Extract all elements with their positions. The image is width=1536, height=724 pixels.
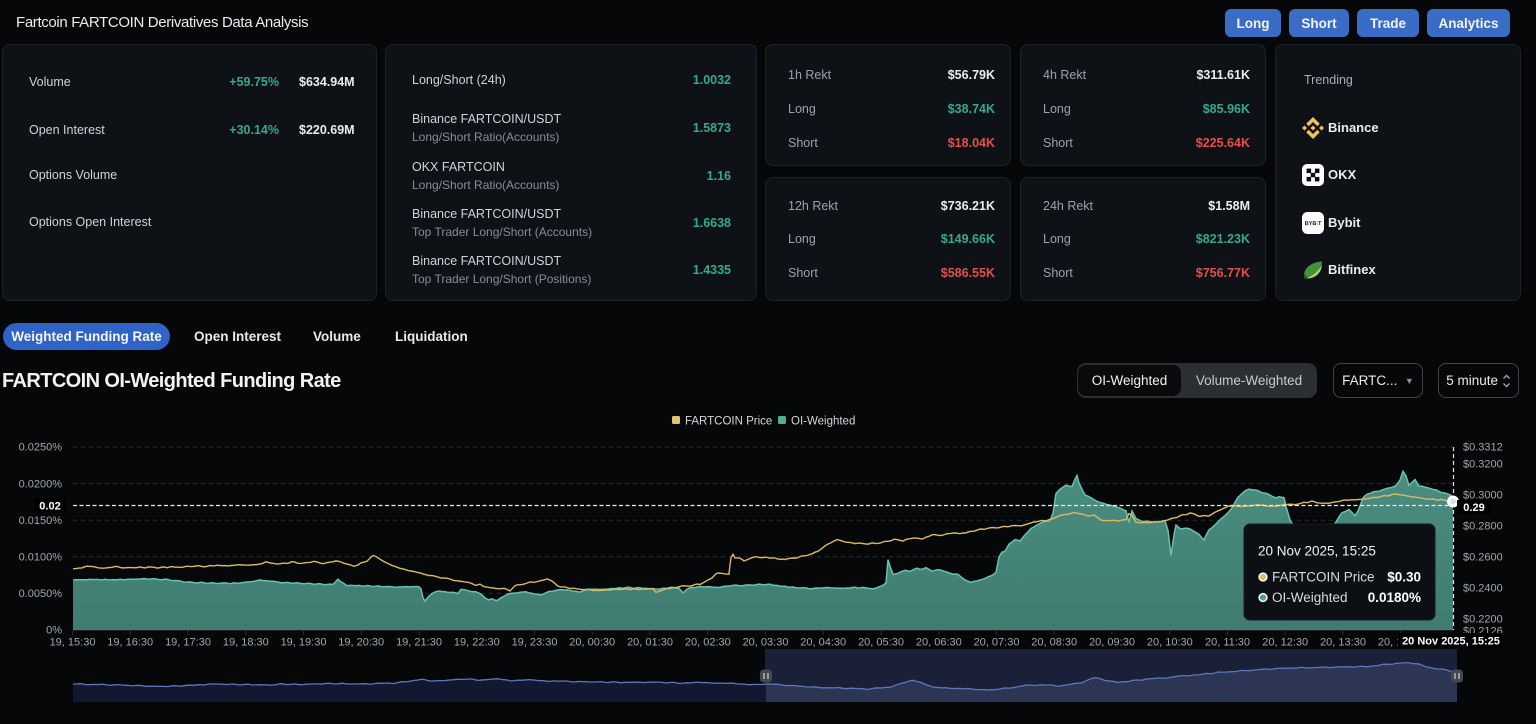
svg-text:$0.3312: $0.3312 [1463, 442, 1503, 454]
svg-text:$0.2600: $0.2600 [1463, 552, 1503, 564]
svg-text:0%: 0% [46, 625, 62, 637]
svg-text:$0.2200: $0.2200 [1463, 614, 1503, 626]
svg-text:$0.3000: $0.3000 [1463, 490, 1503, 502]
svg-text:19, 20:30: 19, 20:30 [338, 637, 384, 649]
svg-text:20, 02:30: 20, 02:30 [685, 637, 731, 649]
svg-text:OI-Weighted: OI-Weighted [791, 416, 855, 428]
svg-text:20, 06:30: 20, 06:30 [916, 637, 962, 649]
svg-text:19, 21:30: 19, 21:30 [396, 637, 442, 649]
svg-text:20, 04:30: 20, 04:30 [800, 637, 846, 649]
svg-text:20, 08:30: 20, 08:30 [1031, 637, 1077, 649]
svg-text:0.29: 0.29 [1463, 502, 1484, 514]
svg-text:0.0100%: 0.0100% [19, 552, 63, 564]
svg-text:0.0180%: 0.0180% [1368, 590, 1421, 605]
svg-text:19, 16:30: 19, 16:30 [107, 637, 153, 649]
svg-text:FARTCOIN Price: FARTCOIN Price [685, 416, 772, 428]
svg-text:$0.30: $0.30 [1387, 570, 1421, 585]
svg-text:19, 22:30: 19, 22:30 [454, 637, 500, 649]
svg-text:19, 15:30: 19, 15:30 [50, 637, 96, 649]
svg-text:19, 19:30: 19, 19:30 [281, 637, 327, 649]
svg-text:20 Nov 2025, 15:25: 20 Nov 2025, 15:25 [1402, 636, 1500, 648]
svg-text:20, 13:30: 20, 13:30 [1320, 637, 1366, 649]
svg-text:0.0200%: 0.0200% [19, 478, 63, 490]
svg-text:$0.2400: $0.2400 [1463, 583, 1503, 595]
svg-text:0.0250%: 0.0250% [19, 442, 63, 454]
svg-text:20, 05:30: 20, 05:30 [858, 637, 904, 649]
svg-text:20, 11:30: 20, 11:30 [1205, 637, 1250, 649]
svg-text:20 Nov 2025, 15:25: 20 Nov 2025, 15:25 [1258, 544, 1376, 559]
svg-text:20, 10:30: 20, 10:30 [1147, 637, 1193, 649]
svg-text:20, 09:30: 20, 09:30 [1089, 637, 1135, 649]
svg-text:FARTCOIN Price: FARTCOIN Price [1272, 570, 1375, 585]
svg-text:19, 23:30: 19, 23:30 [512, 637, 558, 649]
svg-text:20, 07:30: 20, 07:30 [974, 637, 1020, 649]
svg-text:0.02: 0.02 [39, 500, 60, 512]
svg-text:20, 00:30: 20, 00:30 [569, 637, 615, 649]
svg-text:OI-Weighted: OI-Weighted [1272, 590, 1348, 605]
svg-text:0.0150%: 0.0150% [19, 515, 63, 527]
svg-text:$0.3200: $0.3200 [1463, 459, 1503, 471]
svg-text:0.0050%: 0.0050% [19, 588, 63, 600]
svg-text:19, 17:30: 19, 17:30 [165, 637, 211, 649]
svg-text:19, 18:30: 19, 18:30 [223, 637, 269, 649]
svg-text:20, 03:30: 20, 03:30 [743, 637, 789, 649]
svg-text:20, 12:30: 20, 12:30 [1262, 637, 1308, 649]
svg-text:$0.2800: $0.2800 [1463, 521, 1503, 533]
svg-text:20, 01:30: 20, 01:30 [627, 637, 673, 649]
